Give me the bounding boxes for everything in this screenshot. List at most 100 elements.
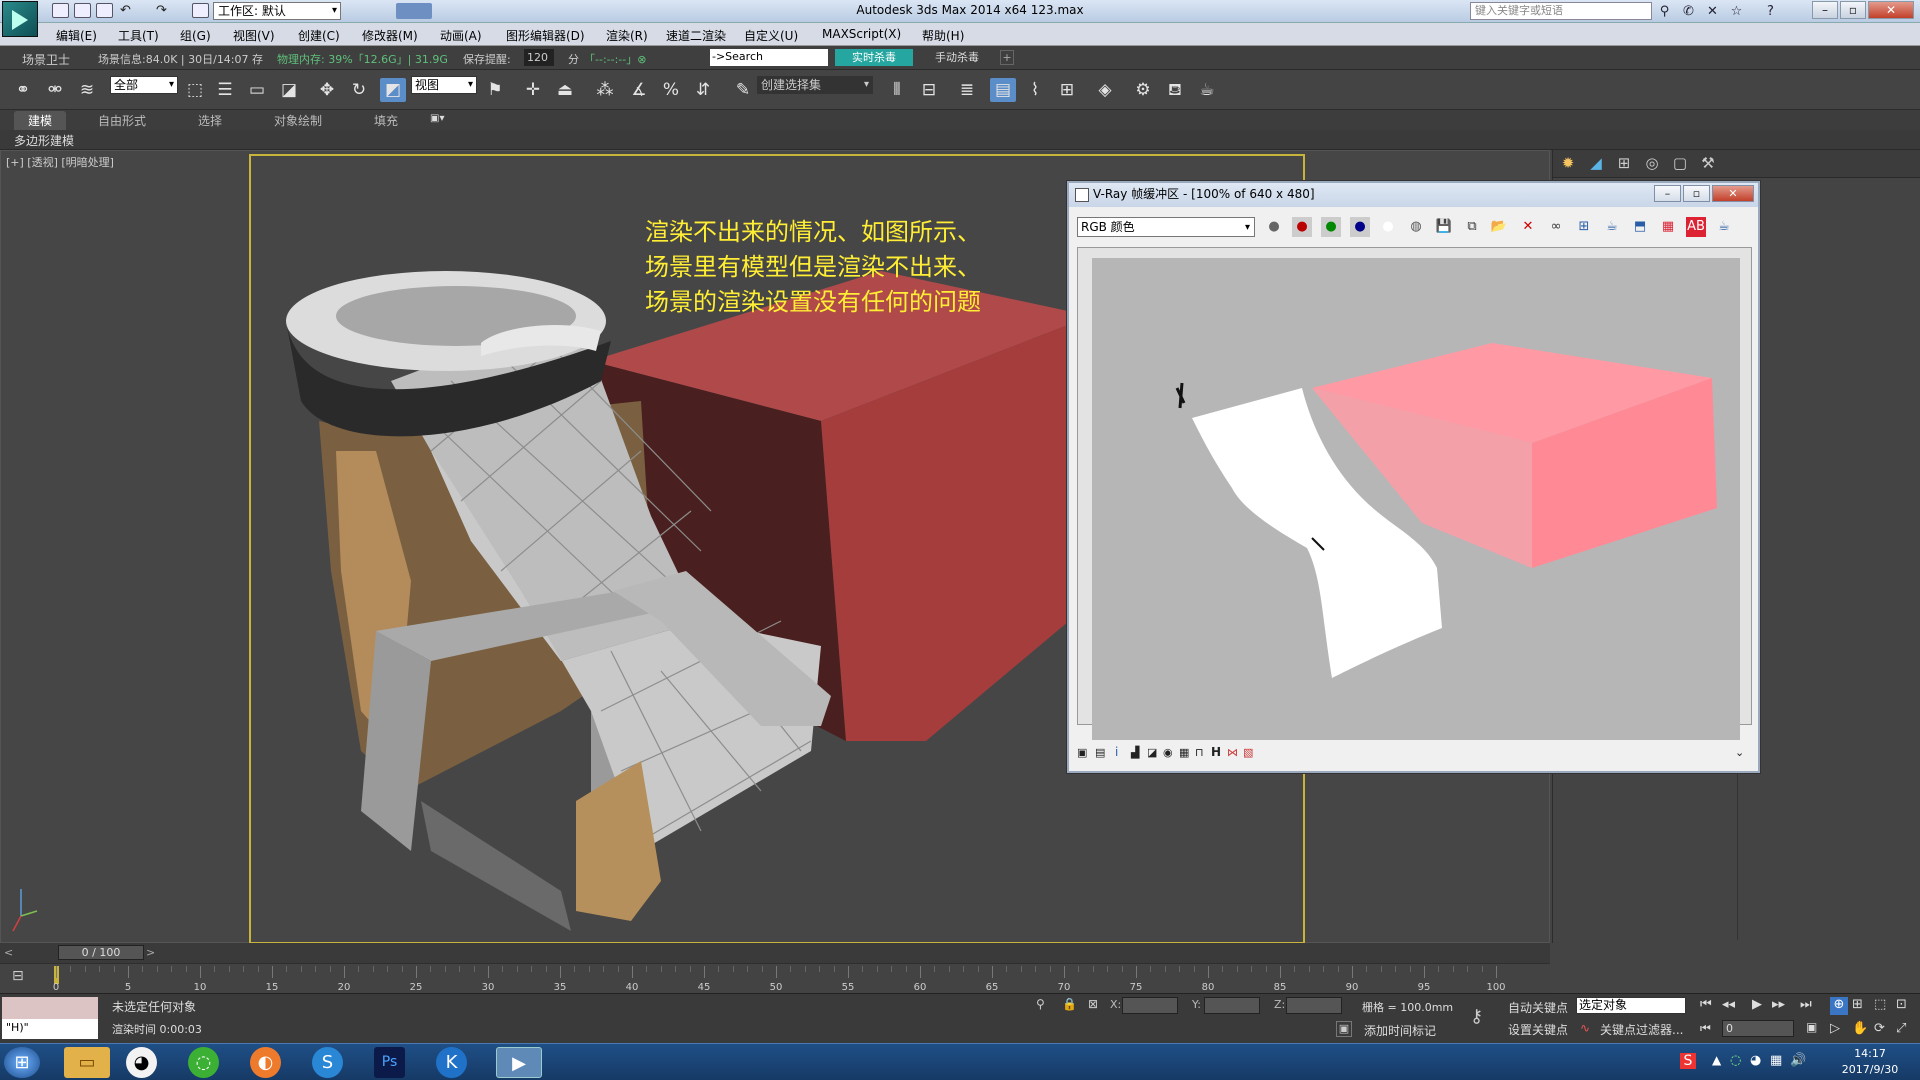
reference-coordinate-dropdown[interactable]: 视图	[411, 76, 477, 94]
time-tag-icon[interactable]: ▣	[1336, 1021, 1352, 1037]
clear-image-icon[interactable]: ✕	[1518, 217, 1538, 237]
sogou-icon[interactable]: S	[312, 1047, 343, 1078]
orbit-icon[interactable]: ⟳	[1874, 1021, 1885, 1036]
photoshop-icon[interactable]: Ps	[374, 1047, 405, 1078]
search-input[interactable]: 键入关键字或短语	[1470, 2, 1652, 20]
pan-icon[interactable]: ✋	[1852, 1021, 1868, 1036]
stamp-icon[interactable]: ▧	[1243, 746, 1253, 759]
edit-named-selection-icon[interactable]: ✎	[730, 78, 756, 102]
next-frame-icon[interactable]: >	[146, 946, 155, 959]
mirror-icon[interactable]: ⫴	[884, 78, 910, 102]
schematic-view-icon[interactable]: ⊞	[1054, 78, 1080, 102]
maximize-button[interactable]: ▫	[1840, 1, 1866, 19]
track-bar[interactable]: ⊟ 0 5 10 15 20 25 30 35 40 45 50 55 60 65 70 75 80 85 90 95…	[0, 963, 1550, 993]
zoom-all-icon[interactable]: ⊞	[1852, 997, 1863, 1012]
tray-arrow-icon[interactable]: ▲	[1712, 1053, 1721, 1067]
rect-selection-icon[interactable]: ▭	[244, 78, 270, 102]
pivot-icon[interactable]: ⚑	[482, 78, 508, 102]
manual-antivirus-button[interactable]: 手动杀毒	[918, 49, 996, 66]
tools-icon[interactable]: ✕	[1704, 3, 1721, 20]
taskbar-tab[interactable]	[396, 3, 432, 19]
browser-icon[interactable]: ◐	[250, 1047, 281, 1078]
next-frame-icon[interactable]: ▸▸	[1772, 997, 1785, 1012]
selection-lock-icon[interactable]: 🔒	[1062, 997, 1077, 1011]
menu-plugin-render[interactable]: 速道二渲染	[666, 27, 726, 44]
save-image-icon[interactable]: 💾	[1434, 217, 1454, 237]
time-config-icon[interactable]: ▣	[1806, 1020, 1817, 1034]
render-teapot-icon[interactable]: ☕	[1714, 217, 1734, 237]
link-icon[interactable]: ⚭	[10, 78, 36, 102]
expand-icon[interactable]: ⌄	[1735, 746, 1744, 759]
region-render-icon[interactable]: ⊞	[1574, 217, 1594, 237]
tab-populate[interactable]: 填充	[374, 112, 398, 129]
community-icon[interactable]: ✆	[1680, 3, 1697, 20]
ocio-icon[interactable]: ⋈	[1227, 746, 1238, 759]
rgb-channel-icon[interactable]: ●	[1264, 217, 1284, 237]
hist-icon[interactable]: H	[1211, 745, 1221, 759]
isolate-icon[interactable]: ⚲	[1036, 997, 1045, 1011]
curve-editor-icon[interactable]: ⌇	[1022, 78, 1048, 102]
play-icon[interactable]: ▶	[1752, 997, 1762, 1012]
kugou-icon[interactable]: K	[436, 1047, 467, 1078]
zoom-extents-icon[interactable]: ⬚	[1874, 997, 1886, 1012]
mono-channel-icon[interactable]: ◍	[1406, 217, 1426, 237]
star-icon[interactable]: ☆	[1728, 3, 1745, 20]
vray-minimize-button[interactable]: –	[1654, 185, 1681, 202]
minimize-button[interactable]: –	[1812, 1, 1838, 19]
open-file-icon[interactable]	[74, 3, 91, 18]
binoculars-icon[interactable]: ⚲	[1656, 3, 1673, 20]
menu-customize[interactable]: 自定义(U)	[744, 27, 798, 44]
field-of-view-icon[interactable]: ▷	[1830, 1021, 1840, 1036]
vray-render-canvas[interactable]	[1077, 247, 1752, 740]
add-icon[interactable]: +	[1000, 50, 1014, 65]
tab-modeling[interactable]: 建模	[14, 111, 67, 130]
file-explorer-icon[interactable]: ▭	[64, 1047, 110, 1078]
key-mode-dropdown[interactable]: 选定对象	[1576, 997, 1686, 1014]
layer-manager-icon[interactable]: ≣	[954, 78, 980, 102]
key-mode-icon[interactable]: ⏮	[1700, 1021, 1711, 1036]
lens-effects-icon[interactable]: ▤	[1095, 746, 1105, 759]
x-coordinate-field[interactable]	[1122, 997, 1178, 1014]
maxscript-output[interactable]: "H)"	[2, 1019, 98, 1039]
history-icon[interactable]: ▣	[1077, 746, 1087, 759]
tab-freeform[interactable]: 自由形式	[98, 112, 146, 129]
bind-spacewarp-icon[interactable]: ≋	[74, 78, 100, 102]
go-to-end-icon[interactable]: ⏭	[1800, 997, 1812, 1012]
menu-animation[interactable]: 动画(A)	[440, 27, 482, 44]
redo-icon[interactable]: ↷	[156, 3, 173, 18]
network-icon[interactable]: ▦	[1770, 1053, 1782, 1068]
scale-icon[interactable]: ◩	[380, 78, 406, 102]
tab-selection[interactable]: 选择	[198, 112, 222, 129]
key-icon[interactable]: ⚷	[1470, 1006, 1483, 1027]
vray-frame-buffer-window[interactable]: V-Ray 帧缓冲区 - [100% of 640 x 480] – ▫ ✕ R…	[1067, 181, 1760, 773]
selection-filter-dropdown[interactable]: 全部	[110, 76, 178, 94]
red-channel-icon[interactable]: ●	[1292, 217, 1312, 237]
curves-icon[interactable]: ◪	[1147, 746, 1157, 759]
vray-maximize-button[interactable]: ▫	[1683, 185, 1710, 202]
render-setup-icon[interactable]: ⚙	[1130, 78, 1156, 102]
rotate-icon[interactable]: ↻	[346, 78, 372, 102]
display-tab-icon[interactable]: ▢	[1669, 154, 1691, 174]
close-button[interactable]: ✕	[1868, 1, 1914, 19]
wechat-tray-icon[interactable]: ◌	[1730, 1053, 1741, 1068]
set-key-button[interactable]: 设置关键点	[1508, 1021, 1568, 1038]
duplicate-to-mplay-icon[interactable]: ⧉	[1462, 217, 1482, 237]
align-icon[interactable]: ⊟	[916, 78, 942, 102]
realtime-antivirus-button[interactable]: 实时杀毒	[835, 49, 913, 66]
hierarchy-tab-icon[interactable]: ⊞	[1613, 154, 1635, 174]
vray-channel-dropdown[interactable]: RGB 颜色	[1077, 217, 1255, 237]
color-correction-icon[interactable]: ▦	[1658, 217, 1678, 237]
load-image-icon[interactable]: 📂	[1489, 217, 1509, 237]
tab-object-paint[interactable]: 对象绘制	[274, 112, 322, 129]
key-filters-button[interactable]: 关键点过滤器...	[1600, 1021, 1683, 1038]
project-folder-icon[interactable]	[192, 3, 209, 18]
select-object-icon[interactable]: ⬚	[182, 78, 208, 102]
y-coordinate-field[interactable]	[1204, 997, 1260, 1014]
app-logo-icon[interactable]	[2, 1, 38, 37]
time-slider[interactable]: 0 / 100	[58, 945, 144, 960]
levels-icon[interactable]: ▟	[1131, 746, 1139, 759]
menu-edit[interactable]: 编辑(E)	[56, 27, 97, 44]
window-crossing-icon[interactable]: ◪	[276, 78, 302, 102]
qq-icon[interactable]: ◕	[126, 1047, 157, 1078]
render-last-icon[interactable]: ☕	[1602, 217, 1622, 237]
